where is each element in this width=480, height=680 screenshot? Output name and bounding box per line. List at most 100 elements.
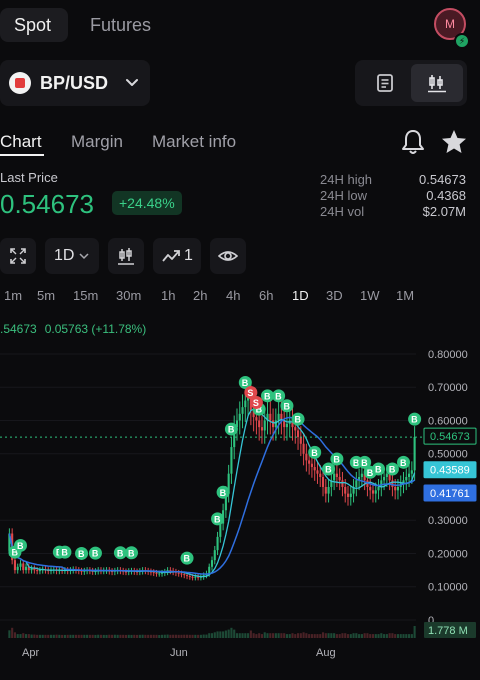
volume-bar bbox=[410, 634, 413, 638]
orderbook-view-button[interactable] bbox=[359, 64, 411, 102]
pair-selector[interactable]: BP/USD bbox=[0, 60, 150, 106]
volume-bar bbox=[160, 634, 164, 638]
candle-body bbox=[13, 560, 16, 571]
volume-bar bbox=[174, 634, 177, 638]
favorite-star-icon[interactable] bbox=[440, 128, 468, 156]
volume-bar bbox=[408, 634, 411, 638]
volume-bar bbox=[255, 634, 258, 638]
marker-letter: B bbox=[228, 425, 235, 435]
bell-icon[interactable] bbox=[400, 128, 426, 156]
volume-bar bbox=[152, 634, 155, 638]
volume-bar bbox=[149, 634, 152, 638]
tab-futures[interactable]: Futures bbox=[76, 8, 165, 42]
fullscreen-button[interactable] bbox=[0, 238, 36, 274]
marker-letter: B bbox=[295, 415, 302, 425]
marker-letter: B bbox=[325, 464, 332, 474]
tab-spot[interactable]: Spot bbox=[0, 8, 68, 42]
interval-5m[interactable]: 5m bbox=[37, 288, 55, 303]
marker-letter: B bbox=[389, 464, 396, 474]
volume-bar bbox=[166, 634, 169, 638]
x-tick-label: Apr bbox=[22, 647, 39, 659]
volume-bar bbox=[130, 634, 133, 638]
candle-body bbox=[335, 473, 338, 477]
volume-bar bbox=[113, 634, 116, 638]
interval-15m[interactable]: 15m bbox=[73, 288, 98, 303]
tab-market-info[interactable]: Market info bbox=[152, 132, 236, 152]
candle-body bbox=[16, 566, 19, 571]
candle-body bbox=[180, 573, 183, 575]
interval-1m[interactable]: 1m bbox=[4, 288, 22, 303]
interval-1W[interactable]: 1W bbox=[360, 288, 380, 303]
interval-1M[interactable]: 1M bbox=[396, 288, 414, 303]
volume-bar bbox=[80, 634, 83, 638]
volume-bar bbox=[88, 634, 91, 638]
visibility-button[interactable] bbox=[210, 238, 246, 274]
candle-body bbox=[208, 566, 211, 574]
volume-bar bbox=[266, 633, 269, 638]
volume-bar bbox=[33, 634, 36, 638]
volume-bar bbox=[11, 627, 14, 638]
marker-letter: B bbox=[400, 458, 407, 468]
y-tick-label: 0.50000 bbox=[428, 449, 468, 461]
marker-letter: B bbox=[375, 464, 382, 474]
candle-body bbox=[321, 477, 325, 487]
tab-margin[interactable]: Margin bbox=[71, 132, 123, 152]
volume-bar bbox=[22, 633, 25, 638]
interval-select[interactable]: 1D bbox=[45, 238, 99, 274]
tab-chart[interactable]: Chart bbox=[0, 132, 42, 152]
stat-key: 24H vol bbox=[320, 204, 365, 219]
marker-letter: B bbox=[117, 548, 124, 558]
candle-body bbox=[155, 572, 158, 574]
volume-bar bbox=[294, 634, 297, 638]
volume-bar bbox=[283, 633, 286, 638]
interval-1h[interactable]: 1h bbox=[161, 288, 175, 303]
price-label: 0.41761 bbox=[430, 488, 470, 500]
volume-bar bbox=[27, 634, 30, 638]
expand-icon bbox=[10, 248, 26, 264]
chart-view-button[interactable] bbox=[411, 64, 463, 102]
candle-body bbox=[380, 480, 383, 487]
y-tick-label: 0.20000 bbox=[428, 548, 468, 560]
volume-bar bbox=[97, 634, 100, 638]
stat-value: 0.4368 bbox=[426, 188, 466, 203]
candle-body bbox=[396, 486, 400, 491]
volume-bar bbox=[199, 634, 202, 638]
candle-body bbox=[158, 573, 161, 575]
ohlc-change: 0.05763 (+11.78%) bbox=[44, 322, 147, 336]
interval-1D[interactable]: 1D bbox=[292, 288, 309, 303]
volume-bar bbox=[105, 634, 108, 638]
volume-bar bbox=[185, 634, 189, 638]
candle-body bbox=[216, 536, 219, 551]
candle-body bbox=[38, 570, 41, 572]
volume-bar bbox=[19, 634, 22, 638]
active-tab-indicator bbox=[0, 154, 44, 156]
chart-type-button[interactable] bbox=[108, 238, 144, 274]
price-change-badge: +24.48% bbox=[112, 191, 182, 215]
candle-body bbox=[405, 477, 408, 481]
price-chart[interactable]: 0.80000 0.70000 0.60000 0.50000 0.30000 0.200… bbox=[0, 312, 480, 680]
pair-name: BP/USD bbox=[40, 73, 109, 93]
ohlc-readout: .54673 0.05763 (+11.78%) bbox=[0, 322, 146, 336]
volume-bar bbox=[383, 634, 386, 638]
volume-bar bbox=[127, 634, 130, 638]
last-price-value: 0.54673 bbox=[0, 189, 94, 219]
volume-bar bbox=[202, 634, 205, 638]
volume-bar bbox=[55, 634, 58, 638]
candle-body bbox=[230, 447, 233, 474]
interval-6h[interactable]: 6h bbox=[259, 288, 273, 303]
volume-bar bbox=[363, 633, 366, 638]
volume-bar bbox=[238, 633, 241, 638]
volume-bar bbox=[263, 632, 266, 638]
candle-body bbox=[324, 486, 327, 494]
interval-3D[interactable]: 3D bbox=[326, 288, 343, 303]
interval-30m[interactable]: 30m bbox=[116, 288, 141, 303]
interval-4h[interactable]: 4h bbox=[226, 288, 240, 303]
interval-2h[interactable]: 2h bbox=[193, 288, 207, 303]
indicators-button[interactable]: 1 bbox=[153, 238, 201, 274]
marker-letter: B bbox=[220, 488, 227, 498]
candle-body bbox=[191, 576, 194, 578]
stat-key: 24H low bbox=[320, 188, 367, 203]
volume-bar bbox=[396, 634, 400, 638]
candle-body bbox=[349, 493, 352, 497]
volume-bar bbox=[346, 634, 350, 638]
